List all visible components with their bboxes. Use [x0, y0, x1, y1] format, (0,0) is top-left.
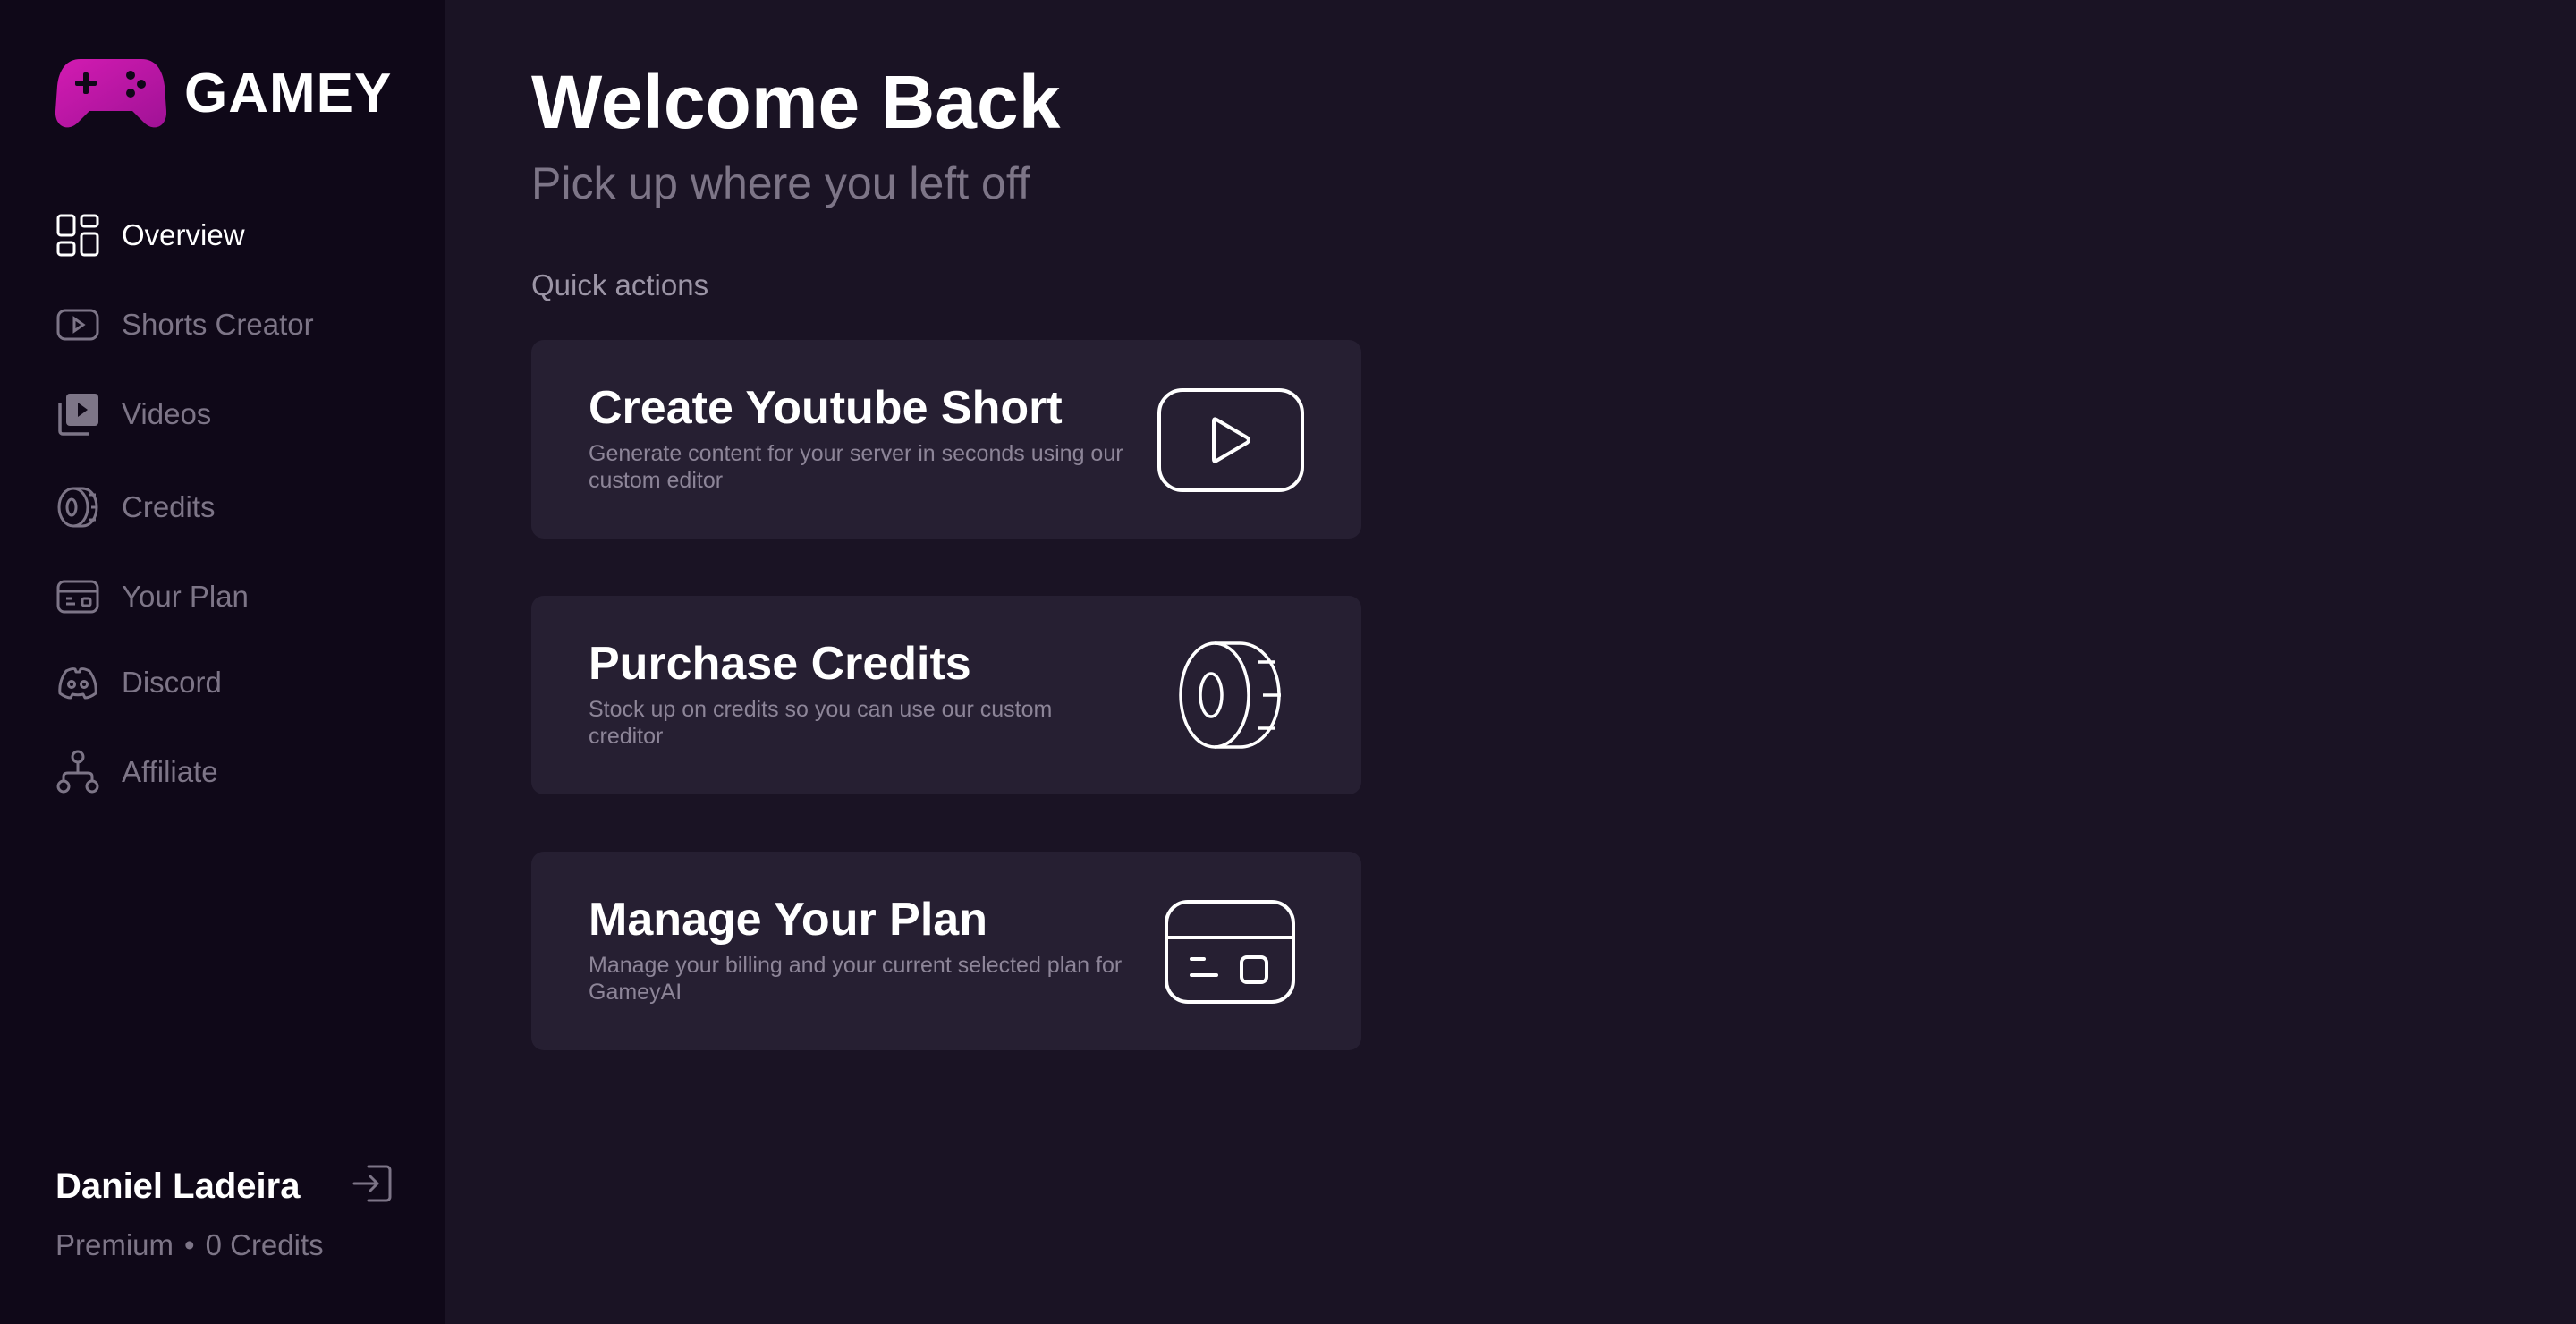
coin-icon — [1179, 641, 1281, 749]
sidebar-item-label: Discord — [122, 666, 222, 699]
sidebar-item-label: Credits — [122, 490, 216, 523]
coin-icon — [57, 487, 98, 528]
user-profile: Daniel Ladeira Premium • 0 Credits — [55, 1165, 395, 1262]
brand-name: GAMEY — [184, 62, 393, 124]
youtube-play-icon — [56, 309, 99, 341]
card-description: Stock up on credits so you can use our c… — [589, 697, 1053, 749]
card-description: Manage your billing and your current sel… — [589, 953, 1123, 1005]
user-plan: Premium — [55, 1228, 174, 1261]
play-button-icon — [1157, 388, 1304, 492]
video-library-icon — [58, 394, 98, 436]
brand[interactable]: GAMEY — [55, 55, 392, 131]
sidebar-item-label: Your Plan — [122, 580, 249, 613]
discord-icon — [58, 667, 97, 700]
sidebar-item-your-plan[interactable]: Your Plan — [55, 573, 413, 621]
card-manage-your-plan[interactable]: Manage Your Plan Manage your billing and… — [531, 852, 1361, 1050]
card-icon — [56, 580, 99, 614]
user-name: Daniel Ladeira — [55, 1167, 301, 1206]
sidebar-item-label: Shorts Creator — [122, 308, 314, 341]
sidebar-item-credits[interactable]: Credits — [55, 483, 413, 531]
card-icon — [1165, 900, 1295, 1004]
section-label: Quick actions — [531, 268, 709, 301]
card-title: Manage Your Plan — [589, 894, 987, 946]
page-title: Welcome Back — [531, 60, 1061, 144]
page-subtitle: Pick up where you left off — [531, 158, 1030, 208]
sidebar-item-shorts-creator[interactable]: Shorts Creator — [55, 301, 413, 349]
user-credits: 0 Credits — [205, 1228, 324, 1261]
card-title: Purchase Credits — [589, 638, 971, 690]
sidebar-item-label: Overview — [122, 218, 245, 251]
card-purchase-credits[interactable]: Purchase Credits Stock up on credits so … — [531, 596, 1361, 794]
meta-separator: • — [184, 1228, 195, 1261]
card-create-youtube-short[interactable]: Create Youtube Short Generate content fo… — [531, 340, 1361, 539]
dashboard-icon — [56, 214, 99, 257]
sidebar-item-label: Videos — [122, 397, 212, 430]
main-content: Welcome Back Pick up where you left off … — [445, 0, 2576, 1324]
network-icon — [56, 750, 99, 794]
sidebar-item-label: Affiliate — [122, 755, 218, 788]
sidebar: GAMEY Overview Shorts Creator Videos Cre… — [0, 0, 445, 1324]
sidebar-item-overview[interactable]: Overview — [55, 211, 413, 259]
sidebar-item-videos[interactable]: Videos — [55, 390, 413, 438]
user-meta: Premium • 0 Credits — [55, 1228, 395, 1262]
card-title: Create Youtube Short — [589, 382, 1063, 434]
logout-icon[interactable] — [351, 1161, 395, 1206]
sidebar-item-discord[interactable]: Discord — [55, 658, 413, 707]
gamepad-icon — [55, 59, 166, 128]
sidebar-item-affiliate[interactable]: Affiliate — [55, 748, 413, 796]
card-description: Generate content for your server in seco… — [589, 441, 1123, 493]
